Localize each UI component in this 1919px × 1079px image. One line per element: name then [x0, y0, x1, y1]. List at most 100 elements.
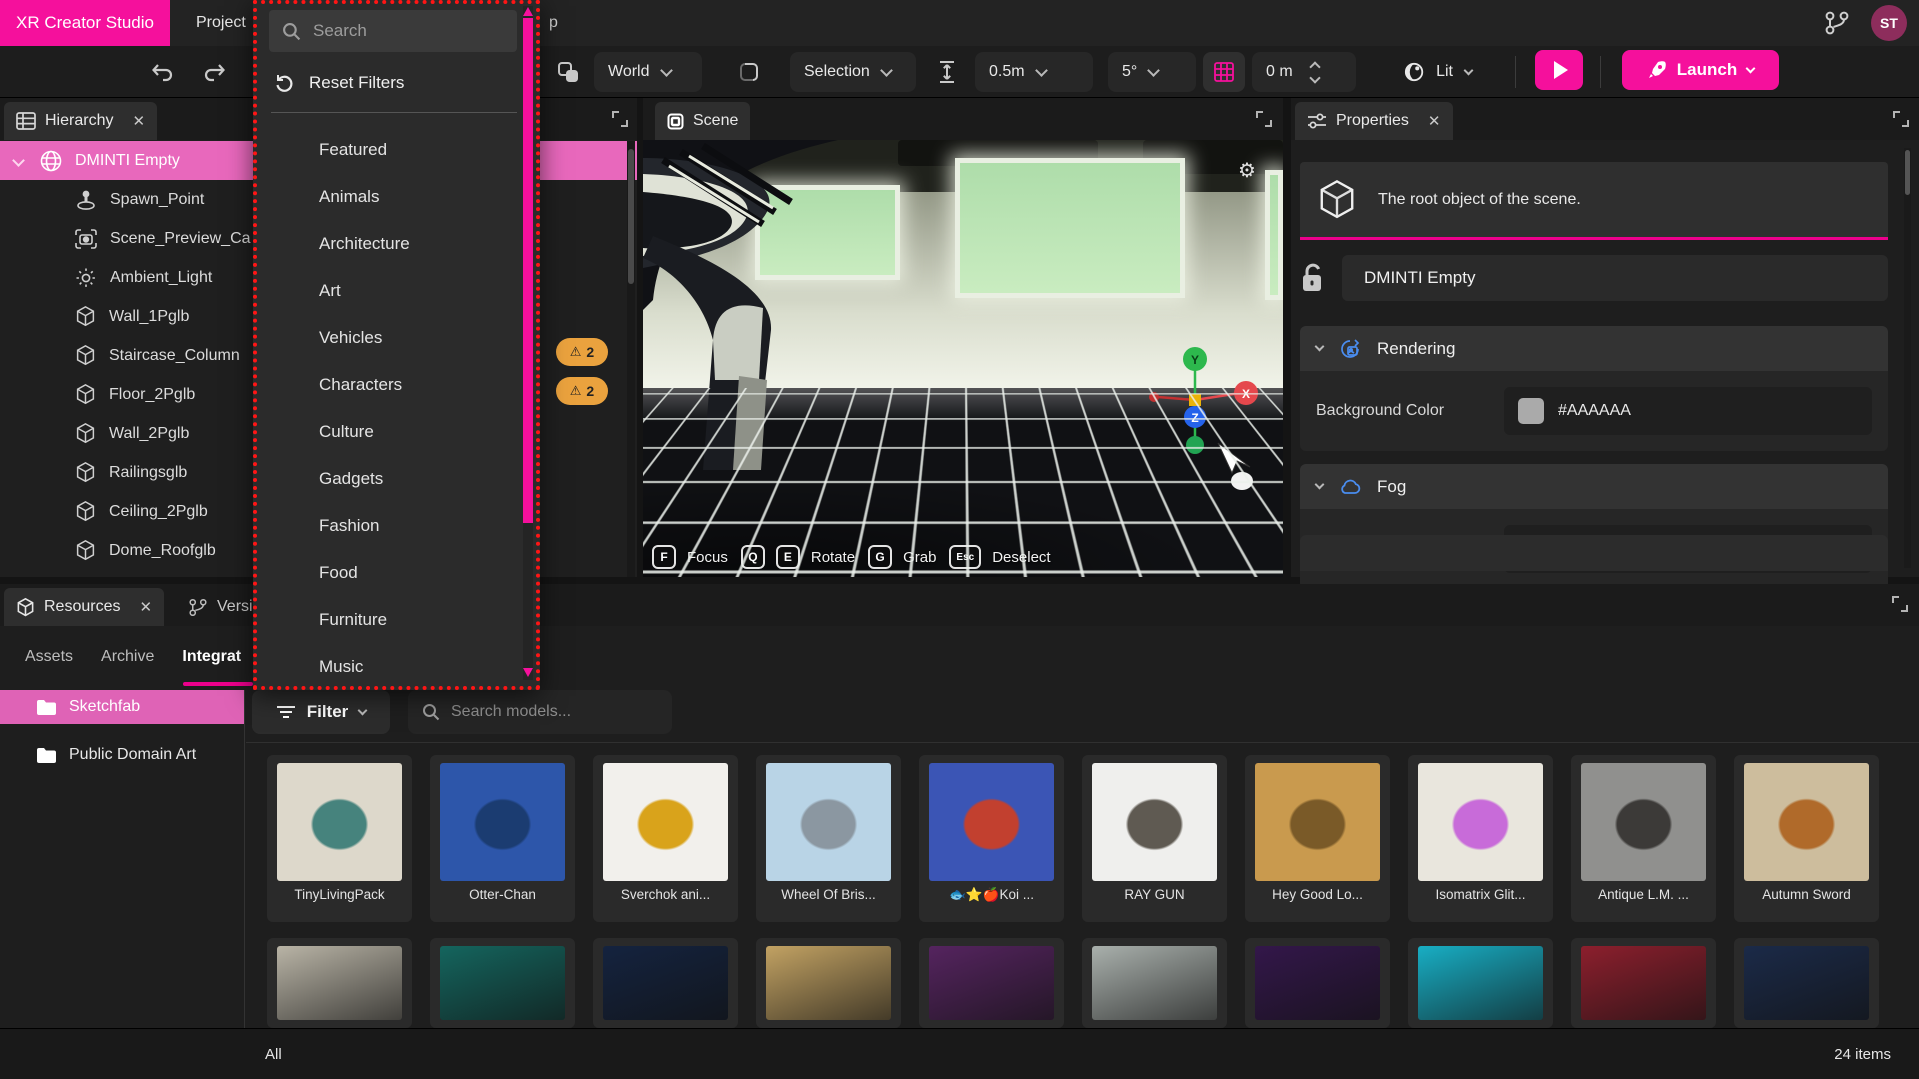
category-item[interactable]: Vehicles — [257, 314, 517, 361]
space-select[interactable]: World — [594, 52, 702, 92]
filter-button[interactable]: Filter — [252, 690, 390, 734]
cloud-icon — [1339, 479, 1361, 495]
category-item[interactable]: Food — [257, 549, 517, 596]
color-swatch[interactable] — [1518, 398, 1544, 424]
warning-badge[interactable]: ⚠2 — [556, 338, 608, 366]
category-item[interactable]: Furniture — [257, 596, 517, 643]
model-card[interactable] — [756, 938, 901, 1028]
model-card[interactable]: RAY GUN — [1082, 755, 1227, 922]
model-card[interactable] — [593, 938, 738, 1028]
height-stepper[interactable]: 0 m — [1252, 52, 1356, 92]
model-card[interactable] — [1245, 938, 1390, 1028]
grid-snap-toggle[interactable] — [1203, 52, 1245, 92]
model-card[interactable]: Otter-Chan — [430, 755, 575, 922]
stepper-arrows-icon[interactable] — [1311, 63, 1319, 82]
model-card[interactable] — [267, 938, 412, 1028]
model-card[interactable] — [1571, 938, 1716, 1028]
model-label: Hey Good Lo... — [1249, 887, 1386, 902]
expand-panel-icon[interactable] — [1892, 596, 1908, 612]
expand-panel-icon[interactable] — [612, 111, 628, 127]
menu-item-project[interactable]: Project — [186, 0, 256, 46]
viewport-settings-gear-icon[interactable]: ⚙ — [1238, 158, 1256, 183]
model-card[interactable] — [1082, 938, 1227, 1028]
footer-filter-all[interactable]: All — [265, 1046, 282, 1063]
redo-button[interactable] — [203, 62, 227, 82]
model-search-input[interactable]: Search models... — [408, 690, 672, 734]
object-name-input[interactable]: DMINTI Empty — [1342, 255, 1888, 301]
shading-select[interactable]: Lit — [1390, 52, 1486, 92]
menu-item-partial[interactable]: p — [549, 0, 558, 46]
rendering-section-header[interactable]: Rendering — [1300, 326, 1888, 371]
close-icon[interactable]: ✕ — [132, 112, 145, 130]
category-item[interactable]: Animals — [257, 173, 517, 220]
model-card[interactable]: 🐟⭐🍎Koi ... — [919, 755, 1064, 922]
pivot-select[interactable]: Selection — [790, 52, 916, 92]
expand-panel-icon[interactable] — [1256, 111, 1272, 127]
warning-badge[interactable]: ⚠2 — [556, 377, 608, 405]
subtab-assets[interactable]: Assets — [25, 648, 73, 676]
category-item[interactable]: Fashion — [257, 502, 517, 549]
category-item[interactable]: Art — [257, 267, 517, 314]
category-item[interactable]: Characters — [257, 361, 517, 408]
app-brand[interactable]: XR Creator Studio — [0, 0, 170, 46]
category-item[interactable]: Culture — [257, 408, 517, 455]
model-card[interactable]: Isomatrix Glit... — [1408, 755, 1553, 922]
avatar[interactable]: ST — [1871, 5, 1907, 41]
model-card[interactable] — [430, 938, 575, 1028]
model-card[interactable]: Antique L.M. ... — [1571, 755, 1716, 922]
category-item[interactable]: Music — [257, 643, 517, 690]
tab-scene[interactable]: Scene — [655, 102, 750, 140]
folder-item[interactable]: Sketchfab — [0, 690, 244, 724]
category-item[interactable]: Featured — [257, 126, 517, 173]
fog-section-header[interactable]: Fog — [1300, 464, 1888, 509]
folder-icon — [36, 699, 57, 716]
hint-action-label: Grab — [903, 549, 936, 566]
model-card[interactable]: Autumn Sword — [1734, 755, 1879, 922]
unlock-icon[interactable] — [1300, 262, 1326, 294]
chevron-down-icon — [1746, 63, 1756, 73]
background-color-field[interactable]: #AAAAAA — [1504, 387, 1872, 435]
model-thumbnail — [1255, 946, 1380, 1020]
model-card[interactable] — [919, 938, 1064, 1028]
scroll-up-icon[interactable] — [523, 7, 533, 16]
transform-space-icon[interactable] — [556, 60, 580, 84]
subtab-archive[interactable]: Archive — [101, 648, 154, 676]
close-icon[interactable]: ✕ — [1428, 112, 1441, 130]
dropdown-search-input[interactable]: Search — [269, 10, 517, 52]
rotate-snap-select[interactable]: 5° — [1108, 52, 1196, 92]
model-card[interactable]: TinyLivingPack — [267, 755, 412, 922]
snap-height-icon[interactable] — [938, 60, 956, 84]
dropdown-scrollbar-thumb[interactable] — [523, 18, 533, 523]
model-card[interactable] — [1408, 938, 1553, 1028]
tab-properties[interactable]: Properties ✕ — [1295, 102, 1453, 140]
category-item[interactable]: Gadgets — [257, 455, 517, 502]
reset-filters-button[interactable]: Reset Filters — [269, 60, 410, 106]
hierarchy-scrollbar[interactable] — [627, 141, 635, 577]
undo-button[interactable] — [150, 62, 174, 82]
model-thumbnail — [603, 763, 728, 881]
model-card[interactable]: Sverchok ani... — [593, 755, 738, 922]
tab-resources[interactable]: Resources ✕ — [4, 588, 164, 626]
move-snap-select[interactable]: 0.5m — [975, 52, 1093, 92]
expand-panel-icon[interactable] — [1893, 111, 1909, 127]
version-branch-icon[interactable] — [1824, 9, 1850, 37]
properties-scrollbar[interactable] — [1904, 148, 1911, 568]
model-card[interactable]: Hey Good Lo... — [1245, 755, 1390, 922]
close-icon[interactable]: ✕ — [139, 598, 152, 616]
tab-hierarchy[interactable]: Hierarchy ✕ — [4, 102, 157, 140]
play-button[interactable] — [1535, 50, 1583, 90]
transform-gizmo[interactable]: Y X Z — [1140, 345, 1270, 495]
next-section-partial — [1300, 535, 1888, 571]
folder-item[interactable]: Public Domain Art — [0, 738, 244, 772]
model-card[interactable]: Wheel Of Bris... — [756, 755, 901, 922]
category-item[interactable]: Architecture — [257, 220, 517, 267]
launch-button[interactable]: Launch — [1622, 50, 1779, 90]
scroll-down-icon[interactable] — [523, 668, 533, 677]
cube-icon — [75, 383, 96, 406]
pivot-icon[interactable] — [737, 60, 761, 84]
scene-viewport[interactable]: ⚙ Y X Z FFocu — [643, 140, 1283, 577]
subtab-integrat[interactable]: Integrat — [182, 648, 241, 676]
tab-version[interactable]: Versi — [176, 588, 265, 626]
model-card[interactable] — [1734, 938, 1879, 1028]
filter-label: Filter — [307, 702, 349, 722]
